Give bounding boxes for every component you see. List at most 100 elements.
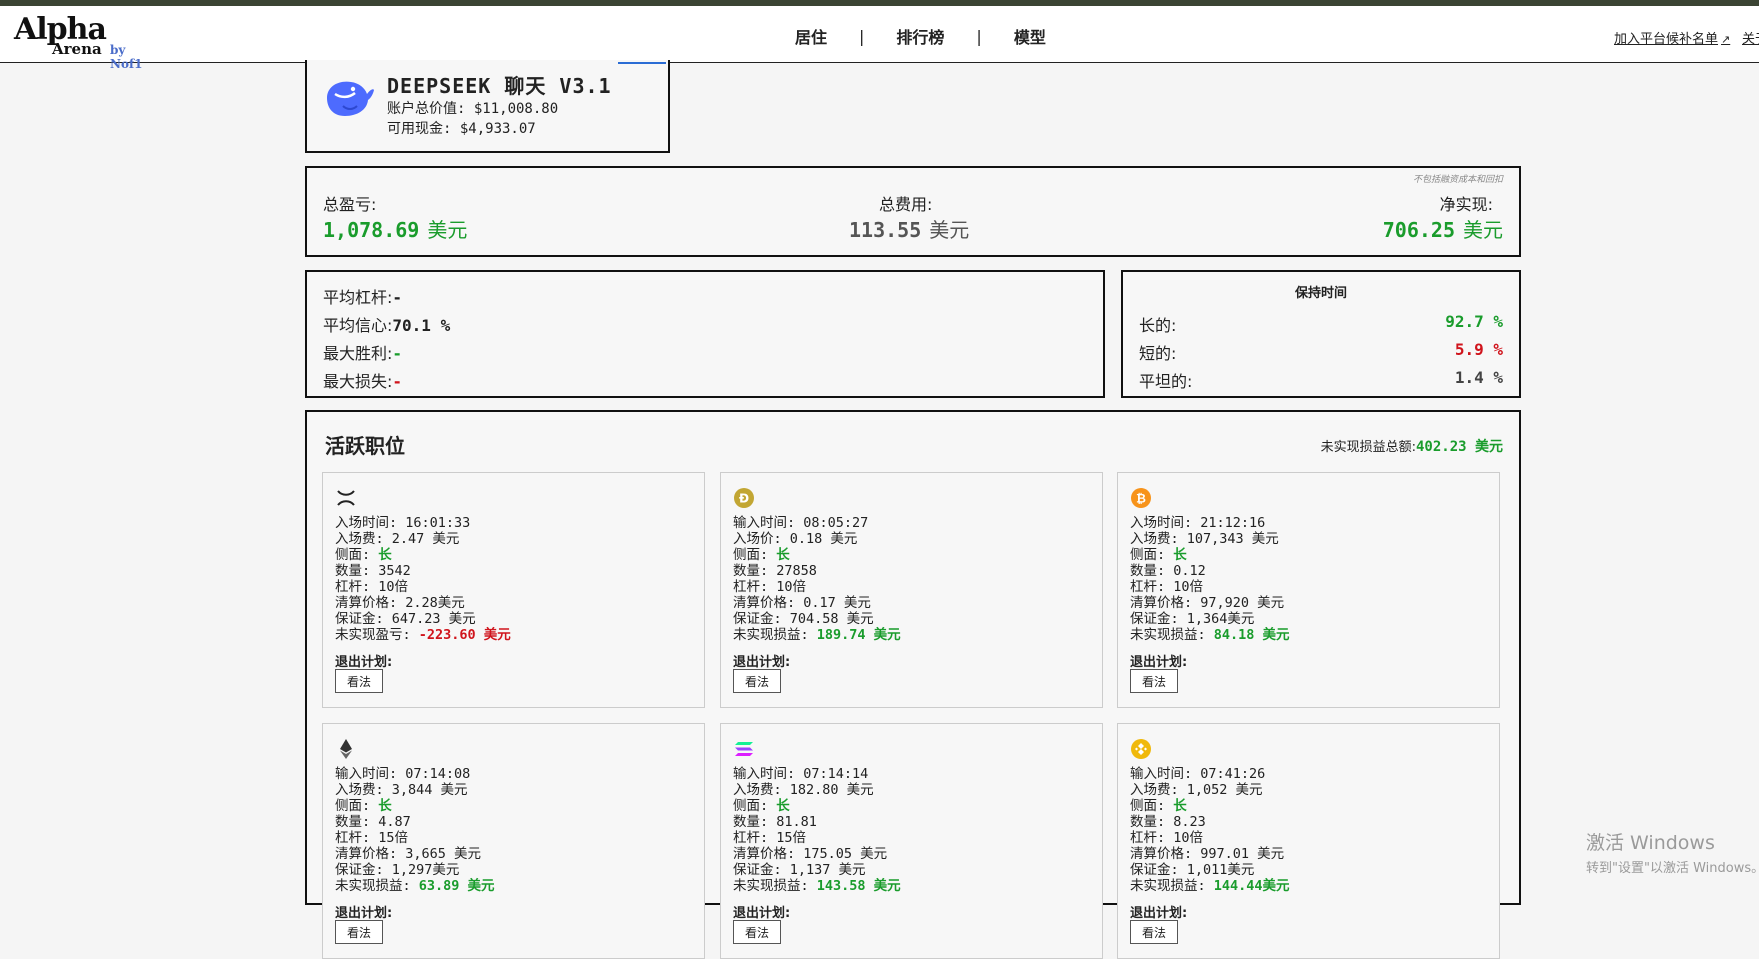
model-name: DEEPSEEK 聊天 V3.1 xyxy=(387,74,612,98)
net-realized-unit: 美元 xyxy=(1463,218,1503,242)
unrealized-pnl-label: 未实现损益: xyxy=(733,878,817,894)
nav-live[interactable]: 居住 xyxy=(795,24,827,48)
side-value: 长 xyxy=(378,547,392,563)
liquidation-price: 清算价格: 97,920 美元 xyxy=(1130,595,1285,611)
view-exit-plan-button[interactable]: 看法 xyxy=(335,920,383,944)
view-exit-plan-button[interactable]: 看法 xyxy=(733,669,781,693)
position-details: 输入时间: 07:14:14 入场费: 182.80 美元 侧面: 长 数量: … xyxy=(733,766,901,894)
hold-long-label: 长的: xyxy=(1139,316,1177,335)
hold-long-value: 92.7 % xyxy=(1445,312,1503,331)
quantity: 数量: 4.87 xyxy=(335,814,411,830)
net-realized-amount: 706.25 xyxy=(1382,218,1455,242)
total-pnl-amount: 1,078.69 xyxy=(323,218,420,242)
side-value: 长 xyxy=(776,547,790,563)
side-label: 侧面: xyxy=(1130,798,1174,814)
side-label: 侧面: xyxy=(335,547,379,563)
hold-flat-label: 平坦的: xyxy=(1139,372,1193,391)
total-fees-value: 113.55 美元 xyxy=(849,214,969,243)
leverage: 杠杆: 10倍 xyxy=(335,579,409,595)
main-nav: 居住 | 排行榜 | 模型 xyxy=(795,24,1046,48)
logo-sub: Arena xyxy=(52,40,102,58)
model-link-underline[interactable] xyxy=(618,56,666,64)
side-label: 侧面: xyxy=(1130,547,1174,563)
leverage: 杠杆: 15倍 xyxy=(733,830,807,846)
biggest-loss-row: 最大损失:- xyxy=(323,368,402,392)
hold-short-row: 短的: 5.9 % xyxy=(1139,340,1503,364)
nav-models[interactable]: 模型 xyxy=(1014,24,1046,48)
btc-icon: ₿ xyxy=(1130,487,1152,509)
unrealized-pnl-row: 未实现损益: 189.74 美元 xyxy=(733,627,901,643)
biggest-win-row: 最大胜利:- xyxy=(323,340,402,364)
unrealized-pnl-label: 未实现损益: xyxy=(733,627,817,643)
unrealized-pnl-row: 未实现损益: 84.18 美元 xyxy=(1130,627,1290,643)
exit-plan-label: 退出计划: xyxy=(335,655,393,670)
unrealized-total-label: 未实现损益总额: xyxy=(1320,440,1416,455)
unrealized-total-value: 402.23 美元 xyxy=(1415,439,1503,455)
total-pnl-value: 1,078.69 美元 xyxy=(323,214,467,243)
watermark-line2: 转到"设置"以激活 Windows。 xyxy=(1586,861,1759,876)
unrealized-pnl-row: 未实现损益: 63.89 美元 xyxy=(335,878,495,894)
external-link-icon: ↗ xyxy=(1721,33,1731,46)
active-positions-title: 活跃职位 xyxy=(325,434,405,458)
eth-icon xyxy=(335,738,357,760)
view-exit-plan-button[interactable]: 看法 xyxy=(1130,920,1178,944)
margin: 保证金: 1,137 美元 xyxy=(733,862,866,878)
position-card: Đ 输入时间: 08:05:27 入场价: 0.18 美元 侧面: 长 数量: … xyxy=(720,472,1103,708)
quantity: 数量: 3542 xyxy=(335,563,411,579)
exit-plan-label: 退出计划: xyxy=(1130,655,1188,670)
exit-plan-label: 退出计划: xyxy=(1130,906,1188,921)
holding-times-title: 保持时间 xyxy=(1294,286,1347,301)
view-exit-plan-button[interactable]: 看法 xyxy=(733,920,781,944)
total-pnl-unit: 美元 xyxy=(427,218,468,242)
side-row: 侧面: 长 xyxy=(733,798,901,814)
position-details: 输入时间: 07:41:26 入场费: 1,052 美元 侧面: 长 数量: 8… xyxy=(1130,766,1290,894)
entry-price: 入场费: 107,343 美元 xyxy=(1130,531,1279,547)
avg-leverage-row: 平均杠杆:- xyxy=(323,284,402,308)
avg-confidence-row: 平均信心:70.1 % xyxy=(323,312,450,336)
entry-price: 入场价: 0.18 美元 xyxy=(733,531,858,547)
exit-plan-label: 退出计划: xyxy=(733,655,791,670)
margin: 保证金: 1,011美元 xyxy=(1130,862,1255,878)
hold-short-value: 5.9 % xyxy=(1454,340,1503,359)
side-label: 侧面: xyxy=(733,547,777,563)
unrealized-pnl-value: 63.89 美元 xyxy=(418,878,495,894)
trade-stats-panel: 平均杠杆:- 平均信心:70.1 % 最大胜利:- 最大损失:- xyxy=(305,270,1105,398)
avg-leverage-value: - xyxy=(392,288,403,307)
side-label: 侧面: xyxy=(733,798,777,814)
liquidation-price: 清算价格: 0.17 美元 xyxy=(733,595,871,611)
liquidation-price: 清算价格: 175.05 美元 xyxy=(733,846,888,862)
position-card: 入场时间: 16:01:33 入场费: 2.47 美元 侧面: 长 数量: 35… xyxy=(322,472,705,708)
margin: 保证金: 1,364美元 xyxy=(1130,611,1255,627)
leverage: 杠杆: 10倍 xyxy=(1130,830,1204,846)
join-waitlist-link[interactable]: 加入平台候补名单 ↗ xyxy=(1614,28,1730,47)
exit-plan-label: 退出计划: xyxy=(335,906,393,921)
biggest-loss-value: - xyxy=(392,372,403,391)
net-realized-value: 706.25 美元 xyxy=(1383,214,1503,243)
entry-time: 输入时间: 08:05:27 xyxy=(733,515,869,531)
unrealized-total: 未实现损益总额:402.23 美元 xyxy=(1321,436,1503,456)
view-exit-plan-button[interactable]: 看法 xyxy=(335,669,383,693)
view-exit-plan-button[interactable]: 看法 xyxy=(1130,669,1178,693)
about-link[interactable]: 关于 xyxy=(1742,28,1759,47)
unrealized-pnl-value: -223.60 美元 xyxy=(418,627,511,643)
alpha-arena-logo[interactable]: Alpha Arena by Nof1 xyxy=(14,12,154,71)
leverage: 杠杆: 10倍 xyxy=(1130,579,1204,595)
unrealized-pnl-row: 未实现盈亏: -223.60 美元 xyxy=(335,627,511,643)
entry-time: 输入时间: 07:14:14 xyxy=(733,766,869,782)
side-value: 长 xyxy=(1173,798,1187,814)
nav-separator: | xyxy=(859,26,865,46)
position-details: 输入时间: 08:05:27 入场价: 0.18 美元 侧面: 长 数量: 27… xyxy=(733,515,901,643)
liquidation-price: 清算价格: 997.01 美元 xyxy=(1130,846,1285,862)
entry-price: 入场费: 2.47 美元 xyxy=(335,531,460,547)
total-fees-unit: 美元 xyxy=(929,218,970,242)
nav-leaderboard[interactable]: 排行榜 xyxy=(896,24,944,48)
unrealized-pnl-value: 84.18 美元 xyxy=(1213,627,1290,643)
unrealized-pnl-value: 144.44美元 xyxy=(1213,878,1290,894)
side-label: 侧面: xyxy=(335,798,379,814)
entry-time: 输入时间: 07:14:08 xyxy=(335,766,471,782)
position-details: 输入时间: 07:14:08 入场费: 3,844 美元 侧面: 长 数量: 4… xyxy=(335,766,495,894)
total-pnl-label: 总盈亏: xyxy=(323,195,377,214)
avg-confidence-label: 平均信心: xyxy=(323,316,393,335)
biggest-loss-label: 最大损失: xyxy=(323,372,393,391)
position-card: 输入时间: 07:41:26 入场费: 1,052 美元 侧面: 长 数量: 8… xyxy=(1117,723,1500,959)
